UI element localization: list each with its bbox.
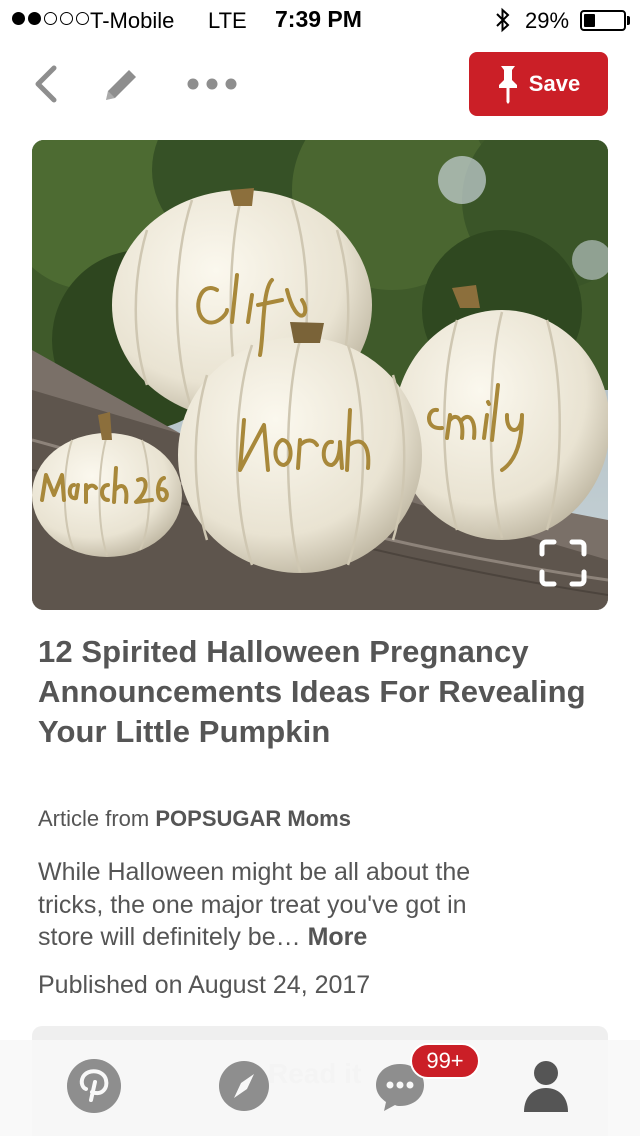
more-link[interactable]: More [308, 923, 368, 951]
pushpin-icon [498, 66, 517, 104]
signal-dot [76, 12, 89, 25]
carrier-name: T-Mobile [90, 8, 175, 33]
source-link[interactable]: POPSUGAR Moms [155, 806, 351, 831]
network-type: LTE [208, 8, 247, 33]
chevron-left-icon[interactable] [28, 62, 68, 106]
battery-fill [584, 14, 596, 27]
ellipsis-icon[interactable] [185, 62, 239, 106]
pencil-icon[interactable] [100, 62, 140, 106]
signal-dot [28, 12, 41, 25]
battery-tip [627, 16, 630, 25]
description-text: While Halloween might be all about the t… [38, 858, 471, 951]
source-prefix: Article from [38, 806, 150, 831]
expand-icon[interactable] [538, 538, 588, 588]
signal-dot [60, 12, 73, 25]
pin-description: While Halloween might be all about the t… [38, 856, 508, 954]
signal-dot [44, 12, 57, 25]
bluetooth-icon [496, 7, 510, 33]
pumpkins-photo [32, 140, 608, 610]
signal-strength-icon [12, 12, 89, 25]
pin-toolbar: Save [0, 52, 640, 116]
pin-image[interactable] [32, 140, 608, 610]
status-bar: T-Mobile LTE 7:39 PM 29% [0, 0, 640, 40]
notifications-badge: 99+ [410, 1043, 480, 1079]
battery-icon [580, 10, 626, 31]
compass-icon[interactable] [216, 1058, 272, 1114]
battery-percent: 29% [525, 8, 570, 33]
clock: 7:39 PM [275, 6, 362, 32]
article-source: Article from POPSUGAR Moms [38, 806, 351, 832]
pin-title[interactable]: 12 Spirited Halloween Pregnancy Announce… [38, 632, 598, 752]
published-date: Published on August 24, 2017 [38, 971, 371, 999]
save-label: Save [528, 71, 581, 96]
signal-dot [12, 12, 25, 25]
pinterest-logo-icon[interactable] [66, 1058, 122, 1114]
person-icon[interactable] [518, 1058, 574, 1114]
save-button[interactable]: Save [469, 52, 608, 116]
read-it-button[interactable]: Read it [268, 1058, 361, 1090]
